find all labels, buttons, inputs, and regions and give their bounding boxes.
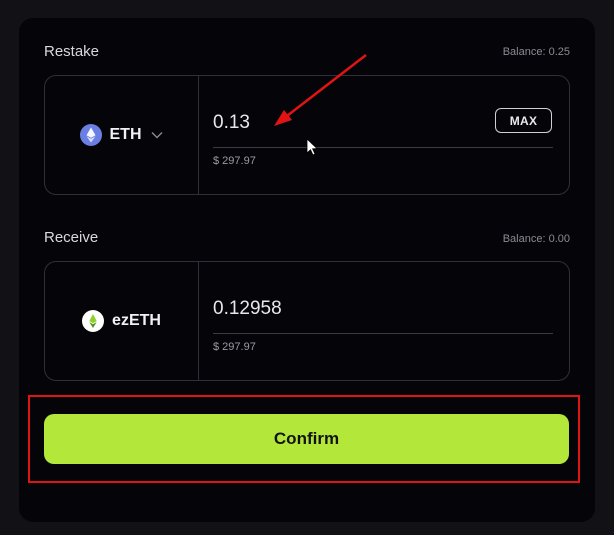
highlight-box — [28, 395, 580, 483]
app-screen: Restake Balance: 0.25 ETH 0.13 MAX $ 297… — [0, 0, 614, 535]
token-display-ezeth: ezETH — [45, 262, 199, 380]
restake-amount-input[interactable]: 0.13 — [213, 112, 250, 134]
token-symbol: ezETH — [112, 312, 161, 329]
max-button[interactable]: MAX — [495, 108, 552, 133]
restake-usd-value: $ 297.97 — [213, 155, 256, 167]
amount-underline — [213, 333, 553, 334]
chevron-down-icon — [150, 128, 164, 142]
token-selector-eth[interactable]: ETH — [45, 76, 199, 194]
receive-balance: Balance: 0.00 — [502, 233, 570, 245]
restake-input-box: ETH 0.13 MAX $ 297.97 — [44, 75, 570, 195]
token-symbol: ETH — [109, 126, 142, 143]
receive-usd-value: $ 297.97 — [213, 341, 256, 353]
restake-label: Restake — [44, 43, 100, 60]
eth-icon — [79, 124, 102, 146]
restake-balance: Balance: 0.25 — [502, 46, 570, 58]
receive-amount: 0.12958 — [213, 298, 282, 319]
receive-output-box: ezETH 0.12958 $ 297.97 — [44, 261, 570, 381]
amount-underline — [213, 147, 553, 148]
ezeth-icon — [82, 310, 105, 332]
receive-label: Receive — [44, 229, 99, 246]
